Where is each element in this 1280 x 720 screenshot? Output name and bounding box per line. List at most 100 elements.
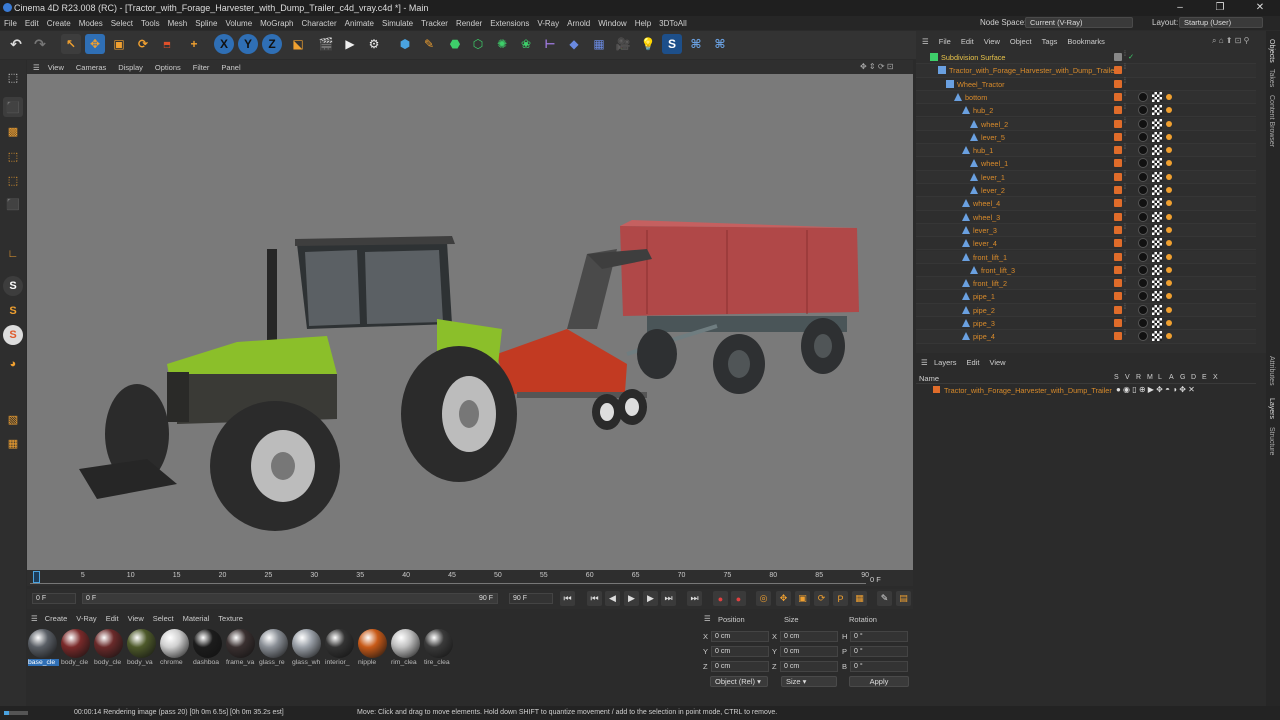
object-row[interactable]: Wheel_Tractor ⁞ <box>916 77 1256 91</box>
texture-tag-icon[interactable] <box>1152 291 1162 302</box>
layer-color-icon[interactable] <box>1114 79 1122 88</box>
layer-color-icon[interactable] <box>1114 212 1122 221</box>
material-swatch[interactable] <box>193 629 222 658</box>
minimize-button[interactable]: – <box>1160 0 1200 16</box>
object-name[interactable]: wheel_1 <box>981 159 1008 168</box>
material-label[interactable]: interior_ <box>325 659 356 666</box>
menu-edit[interactable]: Edit <box>25 19 39 28</box>
texture-tag-icon[interactable] <box>1152 198 1162 209</box>
coordinates-menu-icon[interactable]: ☰ <box>704 614 711 623</box>
end-frame-field[interactable]: 90 F <box>509 593 553 604</box>
undo-icon[interactable]: ↶ <box>6 34 26 54</box>
transform-icon[interactable]: + <box>184 34 204 54</box>
object-row[interactable]: lever_1 ⁞ <box>916 170 1256 184</box>
vray-material-tag-icon[interactable] <box>1138 198 1148 209</box>
cloner-icon[interactable]: ✺ <box>492 34 512 54</box>
object-row[interactable]: lever_3 ⁞ <box>916 223 1256 238</box>
material-swatch[interactable] <box>127 629 156 658</box>
python-script-icon[interactable]: ⌘ <box>710 34 730 54</box>
texture-tag-icon[interactable] <box>1152 238 1162 249</box>
camera-icon[interactable]: 🎥 <box>613 34 633 54</box>
selection-tag-icon[interactable] <box>1166 200 1172 207</box>
deformer-icon[interactable]: ⊢ <box>540 34 560 54</box>
layer-menu-layers[interactable]: Layers <box>934 358 957 367</box>
rotation-field[interactable]: 0 ° <box>850 631 908 642</box>
texture-tag-icon[interactable] <box>1152 105 1162 116</box>
record-icon[interactable]: ● <box>713 591 728 606</box>
maximize-button[interactable]: ❐ <box>1200 0 1240 16</box>
visibility-dots-icon[interactable]: ⁞ <box>1124 251 1127 261</box>
menu-tracker[interactable]: Tracker <box>421 19 448 28</box>
previous-frame-icon[interactable]: ◀ <box>605 591 620 606</box>
material-label[interactable]: base_cle <box>28 659 59 666</box>
layer-color-icon[interactable] <box>1114 92 1122 101</box>
layer-color-icon[interactable] <box>1114 239 1122 248</box>
object-row[interactable]: front_lift_3 ⁞ <box>916 263 1256 278</box>
layer-menu-view[interactable]: View <box>989 358 1005 367</box>
layer-color-icon[interactable] <box>1114 265 1122 274</box>
vray-material-tag-icon[interactable] <box>1138 318 1148 328</box>
layer-color-icon[interactable] <box>1114 172 1122 181</box>
snap-settings-icon[interactable]: S <box>3 301 23 321</box>
visibility-dots-icon[interactable]: ⁞ <box>1124 91 1127 101</box>
object-row[interactable]: wheel_2 ⁞ <box>916 117 1256 131</box>
coordinate-system-icon[interactable]: ⬕ <box>288 34 308 54</box>
frame-range-slider[interactable]: 0 F 90 F <box>82 593 498 604</box>
material-label[interactable]: chrome <box>160 659 191 666</box>
enabled-check-icon[interactable]: ✓ <box>1128 52 1134 61</box>
rotate-icon[interactable]: ⟳ <box>133 34 153 54</box>
object-name[interactable]: front_lift_3 <box>981 266 1015 275</box>
start-frame-field[interactable]: 0 F <box>32 593 76 604</box>
menu-select[interactable]: Select <box>111 19 133 28</box>
object-menu-edit[interactable]: Edit <box>961 37 974 46</box>
material-swatch[interactable] <box>325 629 354 658</box>
polygons-mode-icon[interactable]: ⬛ <box>3 194 23 214</box>
vray-material-tag-icon[interactable] <box>1138 131 1148 142</box>
menu-arnold[interactable]: Arnold <box>567 19 590 28</box>
planar-workplane-icon[interactable]: ▦ <box>3 433 23 453</box>
object-menu-view[interactable]: View <box>984 37 1000 46</box>
object-row[interactable]: pipe_3 ⁞ <box>916 317 1256 331</box>
vray-material-tag-icon[interactable] <box>1138 185 1148 195</box>
object-row[interactable]: bottom ⁞ <box>916 90 1256 105</box>
layer-color-icon[interactable] <box>1114 119 1122 128</box>
menu-animate[interactable]: Animate <box>345 19 374 28</box>
object-row[interactable]: wheel_4 ⁞ <box>916 197 1256 211</box>
visibility-dots-icon[interactable]: ⁞ <box>1124 237 1127 247</box>
layer-color-swatch[interactable] <box>933 386 940 393</box>
layout-dropdown[interactable]: Startup (User) <box>1179 17 1263 28</box>
layer-color-icon[interactable] <box>1114 106 1122 115</box>
visibility-dots-icon[interactable]: ⁞ <box>1124 118 1127 128</box>
make-editable-icon[interactable]: ⬚ <box>3 67 23 87</box>
material-swatch[interactable] <box>160 629 189 658</box>
object-name[interactable]: Tractor_with_Forage_Harvester_with_Dump_… <box>949 66 1117 75</box>
selection-tag-icon[interactable] <box>1166 213 1172 220</box>
object-row[interactable]: pipe_1 ⁞ <box>916 290 1256 304</box>
layer-menu-icon[interactable]: ☰ <box>921 358 928 367</box>
selection-tag-icon[interactable] <box>1166 280 1172 287</box>
material-menu-create[interactable]: Create <box>45 614 68 623</box>
texture-tag-icon[interactable] <box>1152 131 1162 142</box>
visibility-dots-icon[interactable]: ⁞ <box>1124 277 1127 287</box>
texture-tag-icon[interactable] <box>1152 158 1162 169</box>
tab-content-browser[interactable]: Content Browser <box>1268 95 1275 147</box>
layer-color-icon[interactable] <box>1114 319 1122 327</box>
tab-structure[interactable]: Structure <box>1268 427 1275 455</box>
texture-tag-icon[interactable] <box>1152 91 1162 102</box>
visibility-dots-icon[interactable]: ⁞ <box>1124 184 1127 194</box>
key-pla-icon[interactable]: ▦ <box>852 591 867 606</box>
selection-tag-icon[interactable] <box>1166 133 1172 140</box>
viewport-menu-cameras[interactable]: Cameras <box>76 63 106 72</box>
menu-v-ray[interactable]: V-Ray <box>537 19 559 28</box>
material-label[interactable]: dashboa <box>193 659 224 666</box>
position-field[interactable]: 0 cm <box>711 646 769 657</box>
selection-tag-icon[interactable] <box>1166 306 1172 313</box>
menu-volume[interactable]: Volume <box>225 19 252 28</box>
vray-material-tag-icon[interactable] <box>1138 278 1148 289</box>
object-row[interactable]: Tractor_with_Forage_Harvester_with_Dump_… <box>916 64 1256 78</box>
vray-material-tag-icon[interactable] <box>1138 91 1148 102</box>
object-name[interactable]: pipe_1 <box>973 292 995 301</box>
viewport-menu-view[interactable]: View <box>48 63 64 72</box>
motion-path-icon[interactable]: ✎ <box>877 591 892 606</box>
selection-tag-icon[interactable] <box>1166 320 1172 326</box>
